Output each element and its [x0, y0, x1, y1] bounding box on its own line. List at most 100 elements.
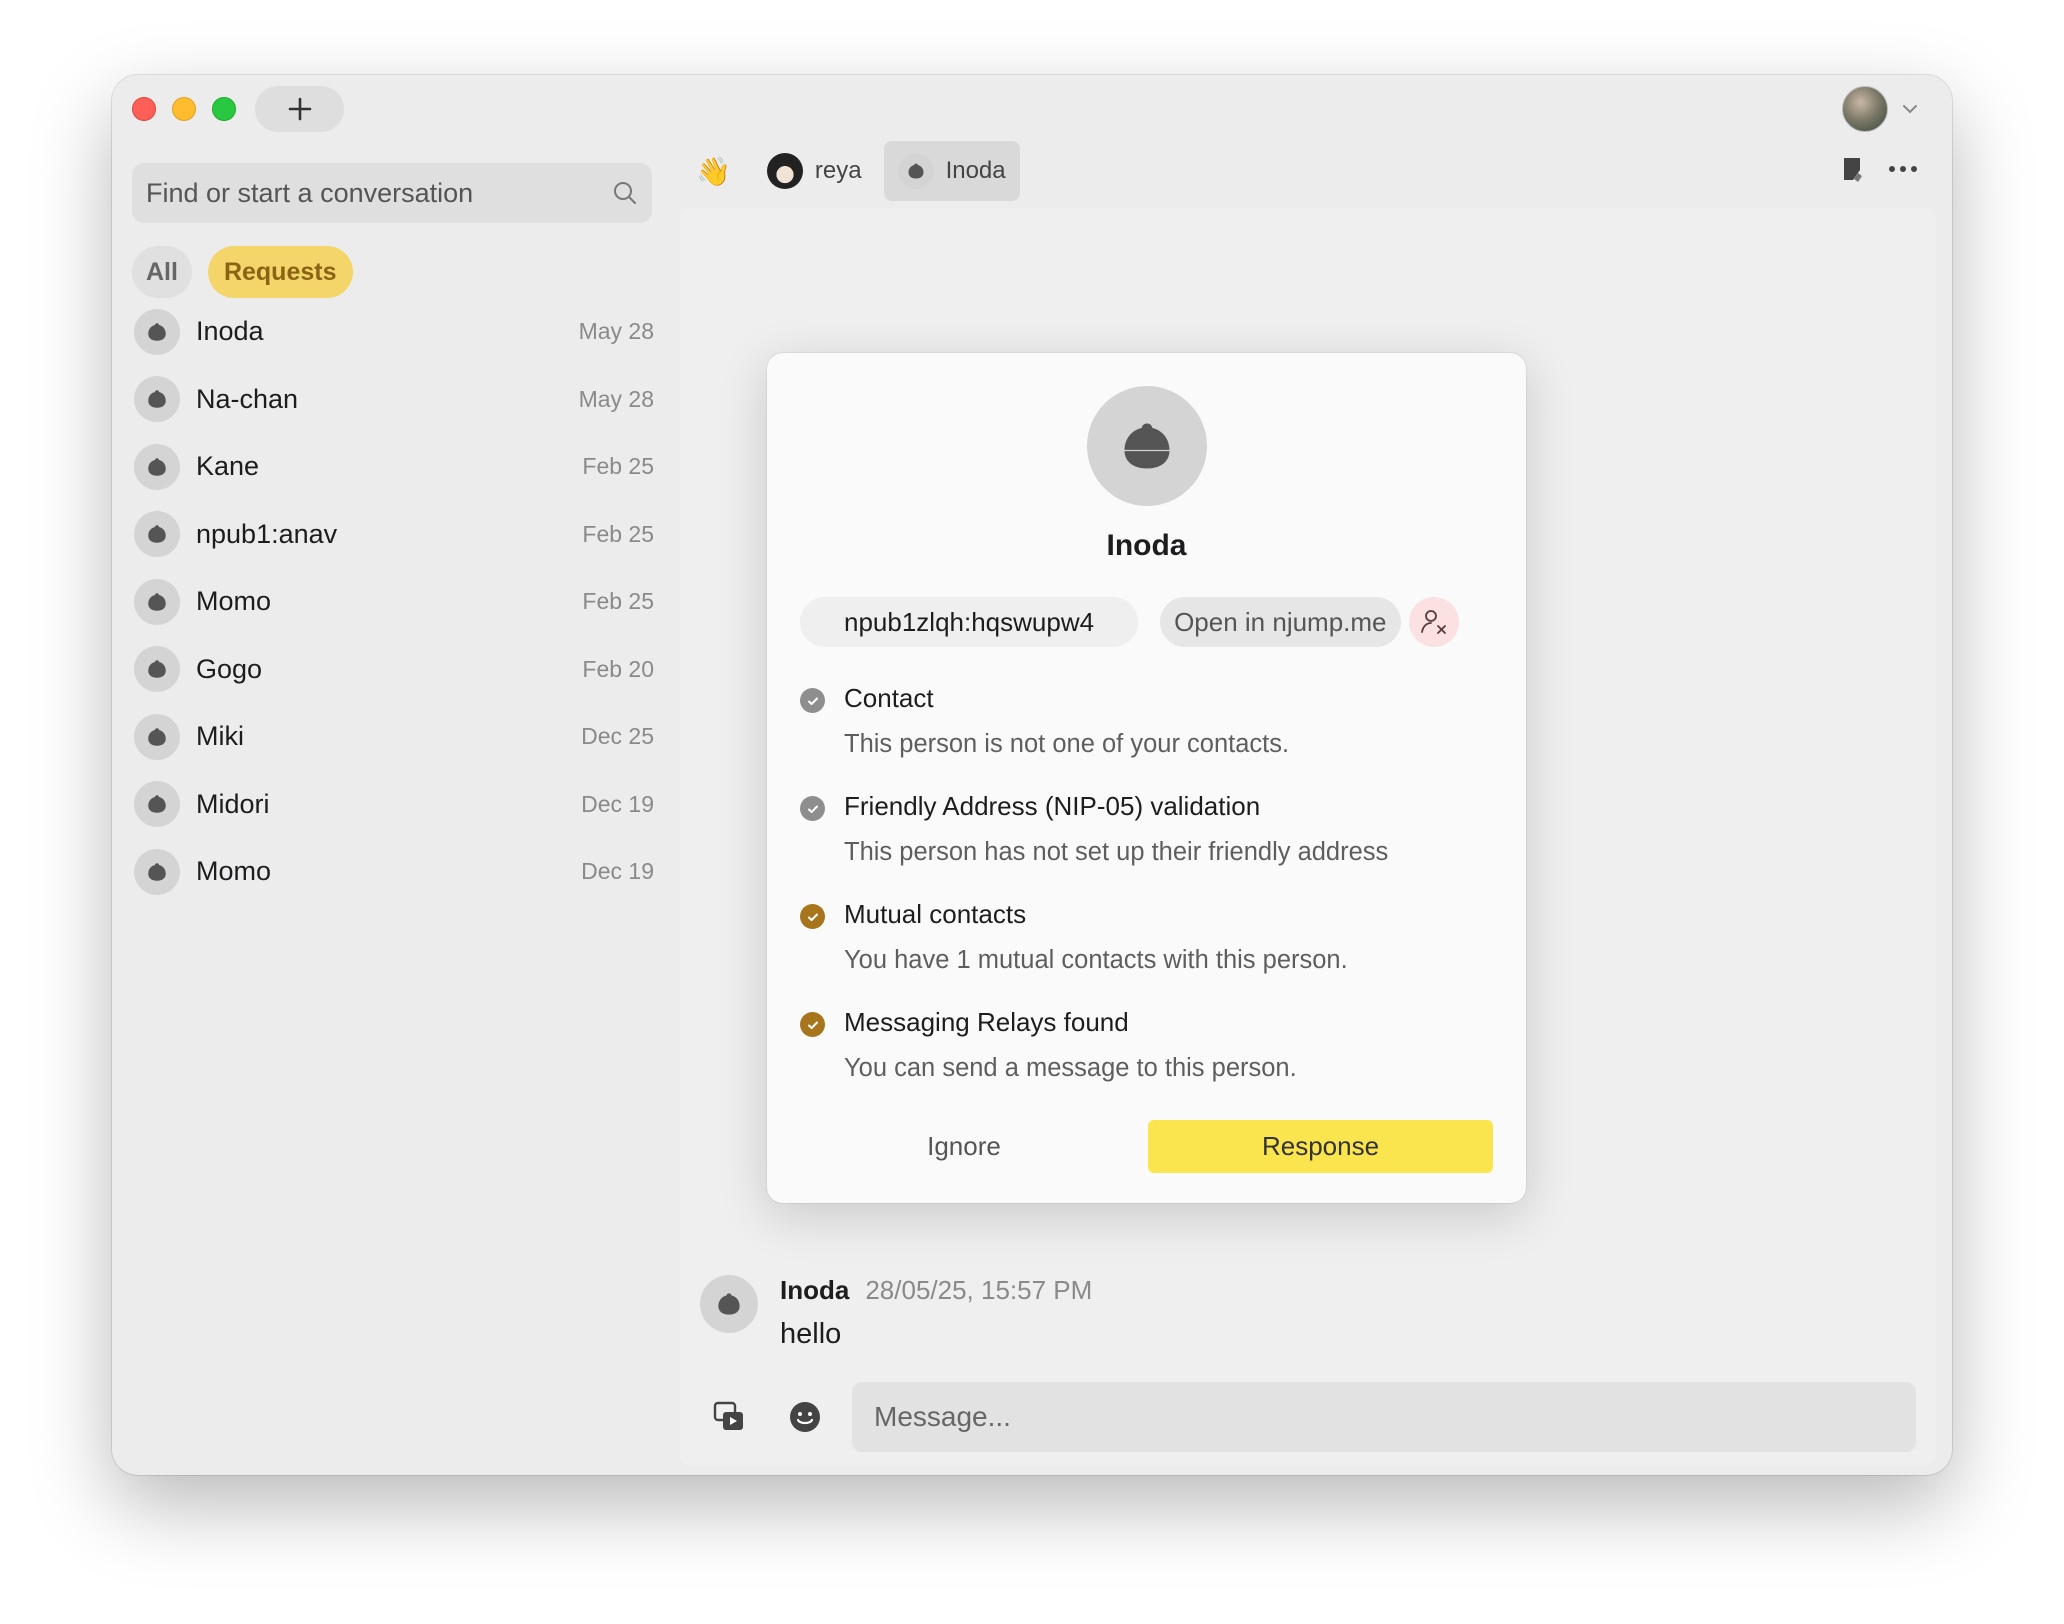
conversation-item[interactable]: Miki Dec 25 — [132, 703, 662, 771]
composer: Message... — [700, 1382, 1916, 1452]
zoom-window-button[interactable] — [212, 97, 236, 121]
minimize-window-button[interactable] — [172, 97, 196, 121]
search-icon — [614, 182, 636, 204]
conversation-date: Feb 25 — [582, 453, 654, 480]
bird-avatar-icon — [148, 458, 166, 476]
conversation-date: May 28 — [578, 385, 654, 412]
tab-reya[interactable]: reya — [753, 141, 876, 201]
avatar — [134, 848, 180, 895]
check-title: Friendly Address (NIP-05) validation — [844, 791, 1261, 821]
conversation-name: Na-chan — [196, 383, 299, 414]
open-njump-button[interactable]: Open in njump.me — [1160, 597, 1401, 647]
avatar — [766, 153, 803, 189]
chevron-down-icon — [1903, 105, 1917, 114]
tab-wave[interactable]: 👋 — [682, 141, 745, 201]
conversation-name: Kane — [196, 451, 260, 482]
conversation-date: Feb 25 — [582, 520, 654, 547]
bird-avatar-icon — [148, 660, 166, 678]
avatar — [134, 308, 180, 355]
conversation-item[interactable]: Midori Dec 19 — [132, 771, 662, 839]
conversation-date: Dec 19 — [581, 858, 654, 885]
conversation-name: Midori — [196, 788, 270, 819]
avatar — [134, 713, 180, 760]
filter-chips: All Requests — [132, 246, 353, 298]
chat-tabs: 👋 reya Inoda — [682, 141, 1020, 201]
app-window: Find or start a conversation All Request… — [112, 75, 1952, 1475]
conversation-item[interactable]: Momo Feb 25 — [132, 568, 662, 636]
account-menu[interactable] — [1842, 86, 1918, 132]
avatar[interactable] — [700, 1275, 758, 1333]
attach-media-button[interactable] — [700, 1388, 758, 1446]
ignore-button[interactable]: Ignore — [800, 1120, 1128, 1173]
avatar — [897, 153, 934, 189]
conversation-date: Feb 25 — [582, 588, 654, 615]
check-description: You can send a message to this person. — [844, 1054, 1297, 1082]
check-circle-icon — [800, 904, 825, 929]
filter-requests[interactable]: Requests — [207, 246, 353, 298]
bird-avatar-icon — [148, 593, 166, 611]
message: Inoda 28/05/25, 15:57 PM hello — [700, 1275, 1092, 1351]
conversation-name: Gogo — [196, 653, 263, 684]
check-description: This person has not set up their friendl… — [844, 838, 1389, 866]
bird-avatar-icon — [148, 795, 166, 813]
verification-checks: Contact This person is not one of your co… — [800, 683, 1496, 1115]
check-description: You have 1 mutual contacts with this per… — [844, 946, 1348, 974]
check-title: Mutual contacts — [844, 899, 1027, 929]
bird-avatar-icon — [148, 323, 166, 341]
new-conversation-button[interactable] — [255, 86, 344, 132]
conversation-item[interactable]: Kane Feb 25 — [132, 433, 662, 501]
conversation-item[interactable]: Inoda May 28 — [132, 298, 662, 366]
tab-label: Inoda — [945, 157, 1006, 184]
conversation-item[interactable]: Gogo Feb 20 — [132, 636, 662, 704]
conversation-date: May 28 — [578, 318, 654, 345]
npub-copy-button[interactable]: npub1zlqh:hqswupw4 — [800, 597, 1139, 647]
avatar — [134, 443, 180, 490]
response-button[interactable]: Response — [1148, 1120, 1493, 1173]
conversation-date: Feb 20 — [582, 655, 654, 682]
check-title: Messaging Relays found — [844, 1007, 1129, 1037]
avatar — [134, 646, 180, 693]
bird-avatar-icon — [1124, 423, 1170, 469]
profile-name: Inoda — [1106, 529, 1187, 562]
verification-check: Friendly Address (NIP-05) validation This… — [800, 791, 1496, 867]
message-author: Inoda — [780, 1275, 850, 1305]
conversation-name: npub1:anav — [196, 518, 338, 549]
conversation-name: Inoda — [196, 316, 264, 347]
conversation-item[interactable]: Na-chan May 28 — [132, 366, 662, 434]
message-timestamp: 28/05/25, 15:57 PM — [865, 1275, 1093, 1305]
user-remove-icon — [1420, 610, 1446, 634]
contact-request-dialog: Inoda npub1zlqh:hqswupw4 Open in njump.m… — [767, 353, 1526, 1203]
verification-check: Mutual contacts You have 1 mutual contact… — [800, 899, 1496, 975]
wave-icon: 👋 — [696, 155, 731, 187]
emoji-icon — [790, 1402, 820, 1432]
compose-note-icon[interactable] — [1840, 155, 1866, 183]
user-avatar — [1842, 86, 1888, 132]
conversation-name: Miki — [196, 721, 244, 752]
emoji-button[interactable] — [776, 1388, 834, 1446]
message-input[interactable]: Message... — [852, 1382, 1916, 1452]
check-circle-icon — [800, 796, 825, 821]
avatar — [134, 511, 180, 558]
verification-check: Contact This person is not one of your co… — [800, 683, 1496, 759]
close-window-button[interactable] — [132, 97, 156, 121]
avatar — [134, 376, 180, 423]
media-icon — [713, 1401, 743, 1430]
tab-label: reya — [814, 157, 862, 184]
block-user-button[interactable] — [1408, 597, 1459, 647]
conversation-item[interactable]: Momo Dec 19 — [132, 838, 662, 906]
check-title: Contact — [844, 683, 934, 713]
dialog-actions: Ignore Response — [800, 1120, 1493, 1173]
check-circle-icon — [800, 688, 825, 713]
check-description: This person is not one of your contacts. — [844, 730, 1290, 758]
tab-inoda[interactable]: Inoda — [883, 141, 1020, 201]
search-input[interactable]: Find or start a conversation — [132, 163, 652, 223]
bird-avatar-icon — [718, 1293, 740, 1315]
more-options-icon[interactable] — [1888, 165, 1918, 173]
verification-check: Messaging Relays found You can send a mes… — [800, 1007, 1496, 1083]
filter-all[interactable]: All — [132, 246, 192, 298]
plus-icon — [288, 97, 311, 121]
conversation-date: Dec 19 — [581, 790, 654, 817]
conversation-list: Inoda May 28 Na-chan May 28 Kane Feb 25 npub1:… — [132, 298, 662, 906]
conversation-date: Dec 25 — [581, 723, 654, 750]
conversation-item[interactable]: npub1:anav Feb 25 — [132, 501, 662, 569]
